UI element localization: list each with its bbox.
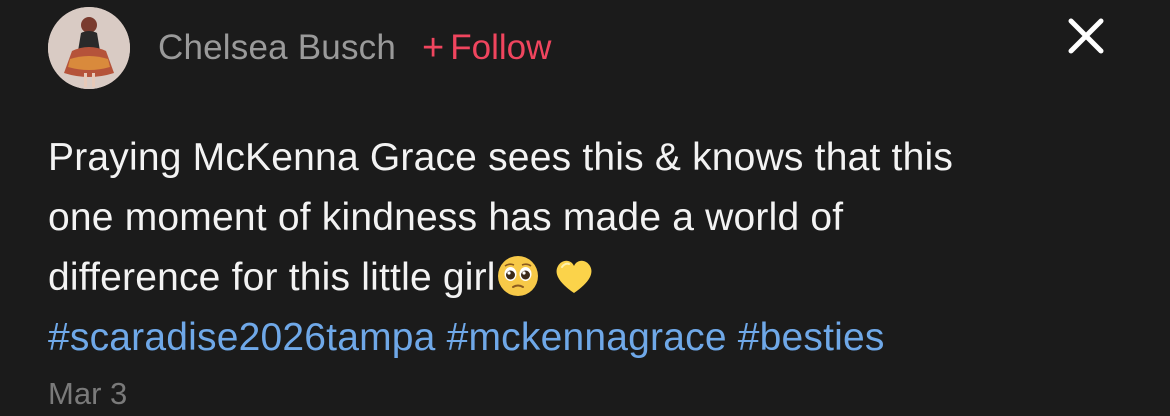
caption-line: difference for this little girl: [48, 248, 1148, 308]
caption-line: one moment of kindness has made a world …: [48, 196, 844, 239]
plus-icon: +: [422, 27, 445, 69]
close-icon: [1068, 18, 1104, 54]
caption-line: Praying McKenna Grace sees this & knows …: [48, 136, 954, 179]
author-name[interactable]: Chelsea Busch: [158, 28, 396, 68]
follow-button[interactable]: + Follow: [422, 28, 551, 68]
yellow-heart-icon: [556, 260, 592, 293]
close-button[interactable]: [1064, 14, 1108, 58]
hashtag-link[interactable]: #besties: [738, 316, 885, 359]
post-caption: Praying McKenna Grace sees this & knows …: [48, 128, 1148, 368]
pleading-face-icon: [497, 256, 538, 296]
hashtag-link[interactable]: #mckennagrace: [447, 316, 727, 359]
post-header: Chelsea Busch + Follow: [48, 6, 551, 90]
hashtag-list: #scaradise2026tampa #mckennagrace #besti…: [48, 308, 1148, 368]
caption-line-text: difference for this little girl: [48, 256, 496, 299]
hashtag-link[interactable]: #scaradise2026tampa: [48, 316, 436, 359]
avatar[interactable]: [48, 7, 130, 89]
follow-label: Follow: [450, 28, 552, 67]
post-date: Mar 3: [48, 376, 128, 411]
avatar-image: [48, 7, 130, 89]
